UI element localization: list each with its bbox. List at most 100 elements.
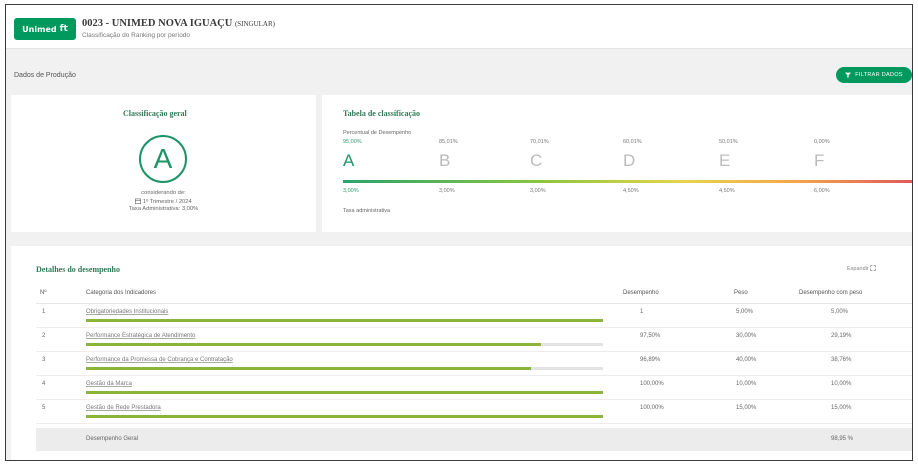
grade-letter: A: [343, 151, 355, 170]
col-header-peso: Peso: [734, 290, 748, 296]
row-category-link[interactable]: Obrigatoriedades Institucionais: [86, 309, 168, 315]
page-title-text: 0023 - UNIMED NOVA IGUAÇU: [82, 18, 233, 29]
table-row: 5 Gestão de Rede Prestadora 100,00% 15,0…: [36, 400, 912, 424]
grade-badge: A: [139, 135, 187, 183]
filter-data-button[interactable]: FILTRAR DADOS: [836, 67, 912, 83]
detalhes-desempenho-card: Detalhes do desempenho Expandir Nº Categ…: [11, 246, 912, 460]
row-desempenho-peso: 38,76%: [831, 357, 852, 363]
row-desempenho: 100,00%: [640, 381, 664, 387]
period-text: 1º Trimestre / 2024: [142, 199, 192, 205]
tabela-classificacao-card: Tabela de classificação Percentual de De…: [322, 95, 912, 232]
taxa-administrativa-label: Taxa administrativa: [343, 208, 391, 214]
page-subtitle: Classificação do Ranking por período: [82, 32, 191, 39]
grade-taxa: 3,00%: [439, 188, 455, 194]
grade-col-a: 95,00% A: [343, 139, 403, 171]
grade-scale-bar: [343, 180, 912, 183]
col-header-categoria: Categoria dos Indicadores: [86, 290, 157, 296]
calendar-icon: [135, 198, 142, 204]
table-row: 4 Gestão da Marca 100,00% 10,00% 10,00%: [36, 376, 912, 400]
row-progress-bar: [86, 367, 603, 370]
taxa-administrativa: Taxa Administrativa: 3,00%: [128, 206, 199, 212]
section-label: Dados de Produção: [14, 72, 76, 79]
table-header: Nº Categoria dos Indicadores Desempenho …: [36, 284, 912, 304]
considerando-label: considerando de:: [141, 190, 186, 196]
grade-taxa: 4,50%: [719, 188, 735, 194]
grade-letter: A: [153, 143, 173, 174]
grade-letter: B: [439, 151, 451, 170]
row-desempenho-peso: 5,00%: [831, 309, 849, 315]
row-number: 1: [42, 309, 46, 315]
tabela-title: Tabela de classificação: [343, 109, 421, 118]
grade-threshold: 0,00%: [814, 139, 830, 145]
row-category-link[interactable]: Gestão de Rede Prestadora: [86, 405, 161, 411]
grade-taxa: 3,00%: [530, 188, 546, 194]
row-progress-bar: [86, 415, 603, 418]
grade-threshold: 95,00%: [343, 139, 362, 145]
row-number: 2: [42, 333, 46, 339]
grade-taxa: 6,00%: [814, 188, 830, 194]
total-value: 98,95 %: [831, 436, 854, 442]
row-category-link[interactable]: Performance da Promessa de Cobrança e Co…: [86, 357, 233, 363]
row-peso: 10,00%: [736, 381, 757, 387]
row-peso: 40,00%: [736, 357, 757, 363]
page-header: Unimed ft 0023 - UNIMED NOVA IGUAÇU (SIN…: [6, 5, 912, 49]
row-progress-bar: [86, 343, 603, 346]
app-window: Unimed ft 0023 - UNIMED NOVA IGUAÇU (SIN…: [5, 4, 913, 461]
col-header-n: Nº: [40, 290, 47, 296]
logo-text: Unimed: [22, 24, 57, 34]
row-number: 4: [42, 381, 46, 387]
row-category-link[interactable]: Performance Estratégica de Atendimento: [86, 333, 195, 339]
grade-letter: C: [530, 151, 543, 170]
row-peso: 30,00%: [736, 333, 757, 339]
grade-threshold: 50,01%: [719, 139, 738, 145]
row-desempenho-peso: 29,19%: [831, 333, 852, 339]
logo-mark: ft: [59, 24, 68, 34]
period-line: 1º Trimestre / 2024: [11, 198, 316, 205]
expand-button[interactable]: Expandir: [847, 265, 877, 272]
grade-col-f: 0,00% F: [814, 139, 874, 171]
expand-icon: [870, 265, 877, 271]
row-desempenho: 96,89%: [640, 357, 661, 363]
row-progress-fill: [86, 343, 541, 346]
grade-col-b: 85,01% B: [439, 139, 499, 171]
grade-letter: F: [814, 151, 825, 170]
row-progress-bar: [86, 391, 603, 394]
grade-taxa: 3,00%: [343, 188, 359, 194]
row-desempenho-peso: 15,00%: [831, 405, 852, 411]
grade-threshold: 60,01%: [623, 139, 642, 145]
row-progress-fill: [86, 367, 531, 370]
row-progress-fill: [86, 319, 603, 322]
total-row: Desempenho Geral 98,95 %: [36, 428, 912, 451]
grade-col-e: 50,01% E: [719, 139, 779, 171]
row-number: 5: [42, 405, 46, 411]
grade-threshold: 85,01%: [439, 139, 458, 145]
table-row: 2 Performance Estratégica de Atendimento…: [36, 328, 912, 352]
row-desempenho-peso: 10,00%: [831, 381, 852, 387]
table-row: 1 Obrigatoriedades Institucionais 1 5,00…: [36, 304, 912, 328]
filter-icon: [845, 72, 852, 78]
row-progress-fill: [86, 415, 603, 418]
expand-label: Expandir: [847, 266, 869, 272]
col-header-desempenho-peso: Desempenho com peso: [799, 290, 863, 296]
grade-col-d: 60,01% D: [623, 139, 683, 171]
col-header-desempenho: Desempenho: [623, 290, 659, 296]
page-title-suffix: (SINGULAR): [234, 20, 275, 28]
row-desempenho: 97,50%: [640, 333, 661, 339]
row-progress-bar: [86, 319, 603, 322]
grade-col-c: 70,01% C: [530, 139, 590, 171]
classificacao-geral-card: Classificação geral A considerando de: 1…: [11, 95, 316, 232]
page-title: 0023 - UNIMED NOVA IGUAÇU (SINGULAR): [82, 18, 275, 29]
grade-threshold: 70,01%: [530, 139, 549, 145]
classificacao-title: Classificação geral: [123, 109, 187, 118]
row-desempenho: 1: [640, 309, 644, 315]
row-category-link[interactable]: Gestão da Marca: [86, 381, 132, 387]
filter-button-label: FILTRAR DADOS: [855, 72, 903, 78]
row-peso: 5,00%: [736, 309, 754, 315]
percentual-label: Percentual de Desempenho: [343, 130, 412, 136]
total-label: Desempenho Geral: [86, 436, 139, 442]
grade-letter: D: [623, 151, 636, 170]
row-number: 3: [42, 357, 46, 363]
row-desempenho: 100,00%: [640, 405, 664, 411]
grade-taxa: 4,50%: [623, 188, 639, 194]
detalhes-title: Detalhes do desempenho: [36, 265, 121, 274]
